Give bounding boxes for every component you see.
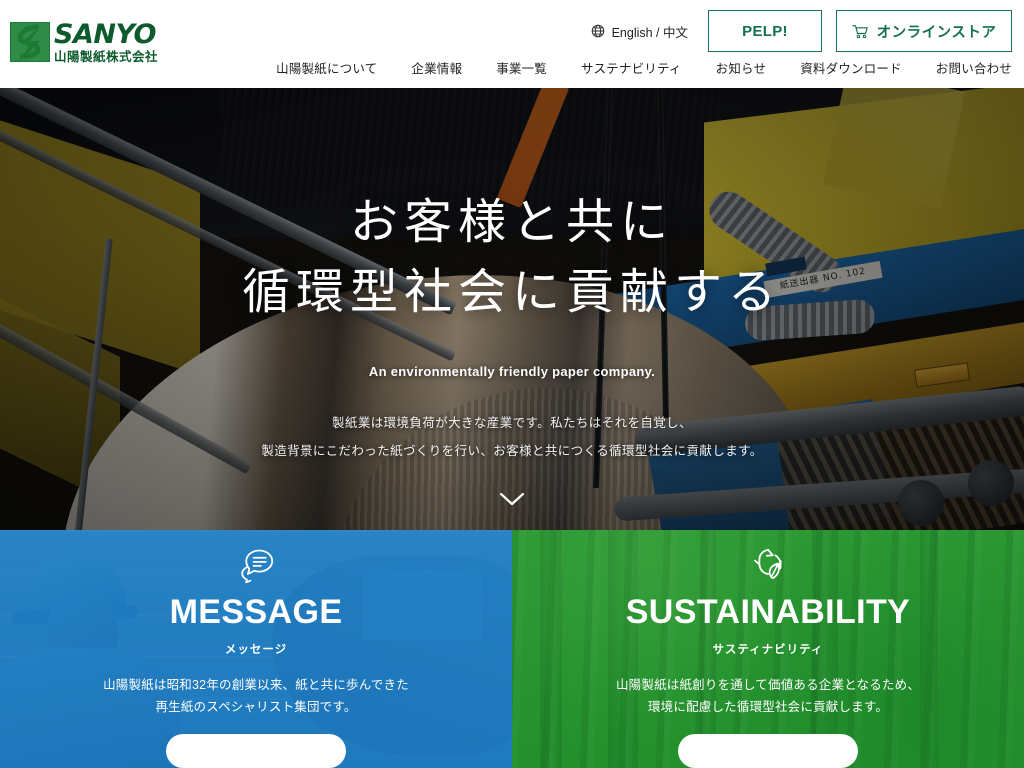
message-desc-line-1: 山陽製紙は昭和32年の創業以来、紙と共に歩んできた xyxy=(103,677,409,692)
hero-lead-line-2: 製造背景にこだわった紙づくりを行い、お客様と共につくる循環型社会に貢献します。 xyxy=(261,444,763,458)
hero-title-line-1: お客様と共に xyxy=(349,196,674,249)
online-store-label: オンラインストア xyxy=(876,24,997,41)
sustainability-desc-line-2: 環境に配慮した循環型社会に貢献します。 xyxy=(647,699,889,714)
feature-panels: MESSAGE メッセージ 山陽製紙は昭和32年の創業以来、紙と共に歩んできた … xyxy=(0,530,1024,768)
chevron-down-icon[interactable] xyxy=(499,492,525,506)
sustainability-more-button[interactable] xyxy=(678,733,858,768)
hero-content: お客様と共に 循環型社会に貢献する An environmentally fri… xyxy=(0,88,1024,530)
hero-lead-line-1: 製紙業は環境負荷が大きな産業です。私たちはそれを自覚し、 xyxy=(332,416,692,430)
nav-item-downloads[interactable]: 資料ダウンロード xyxy=(800,58,902,77)
message-title: MESSAGE xyxy=(169,592,343,631)
sustainability-subtitle: サスティナビリティ xyxy=(712,643,824,656)
nav-item-business-list[interactable]: 事業一覧 xyxy=(496,58,547,77)
pelp-button-label: PELP! xyxy=(742,22,788,40)
sustainability-title: SUSTAINABILITY xyxy=(625,592,911,631)
speech-bubble-icon xyxy=(241,549,274,583)
logo-company-name: 山陽製紙株式会社 xyxy=(54,50,159,64)
panel-message[interactable]: MESSAGE メッセージ 山陽製紙は昭和32年の創業以来、紙と共に歩んできた … xyxy=(0,530,512,768)
hero-title: お客様と共に 循環型社会に貢献する xyxy=(242,188,782,328)
shopping-cart-icon xyxy=(852,24,868,38)
nav-item-contact[interactable]: お問い合わせ xyxy=(936,58,1012,77)
sustainability-desc-line-1: 山陽製紙は紙創りを通して価値ある企業となるため、 xyxy=(615,677,921,692)
nav-item-sustainability[interactable]: サステナビリティ xyxy=(581,58,682,77)
header-utility-bar: English / 中文 PELP! オンラインストア xyxy=(591,10,1012,52)
online-store-button[interactable]: オンラインストア xyxy=(836,10,1012,52)
site-logo[interactable]: SANYO 山陽製紙株式会社 xyxy=(10,19,159,64)
panel-sustainability[interactable]: SUSTAINABILITY サスティナビリティ 山陽製紙は紙創りを通して価値あ… xyxy=(512,530,1024,768)
nav-item-news[interactable]: お知らせ xyxy=(716,58,767,77)
message-more-button[interactable] xyxy=(166,733,346,768)
site-header: SANYO 山陽製紙株式会社 English / 中文 PELP! オンラインス… xyxy=(0,0,1024,88)
logo-brand-text: SANYO xyxy=(54,19,156,50)
language-label: English / 中文 xyxy=(611,25,688,40)
main-navigation: 山陽製紙について 企業情報 事業一覧 サステナビリティ お知らせ 資料ダウンロー… xyxy=(276,58,1012,77)
globe-icon xyxy=(591,24,604,38)
sustainability-description: 山陽製紙は紙創りを通して価値ある企業となるため、 環境に配慮した循環型社会に貢献… xyxy=(616,674,920,718)
hero-title-line-2: 循環型社会に貢献する xyxy=(241,266,782,319)
nav-item-about[interactable]: 山陽製紙について xyxy=(276,58,377,77)
hero-english-tagline: An environmentally friendly paper compan… xyxy=(368,364,656,379)
nav-item-corporate-info[interactable]: 企業情報 xyxy=(411,58,462,77)
sanyo-lightning-s-logo xyxy=(10,22,50,63)
pelp-button[interactable]: PELP! xyxy=(708,10,822,52)
hero-section: 紙送出器 NO. 102 お客様と共に 循環型社会に貢献する An enviro… xyxy=(0,88,1024,530)
recycle-leaf-icon xyxy=(754,548,782,579)
language-switcher[interactable]: English / 中文 xyxy=(591,22,688,41)
message-subtitle: メッセージ xyxy=(224,643,288,656)
message-description: 山陽製紙は昭和32年の創業以来、紙と共に歩んできた 再生紙のスペシャリスト集団で… xyxy=(103,674,409,718)
message-desc-line-2: 再生紙のスペシャリスト集団です。 xyxy=(155,699,357,714)
hero-lead-text: 製紙業は環境負荷が大きな産業です。私たちはそれを自覚し、 製造背景にこだわった紙… xyxy=(261,409,762,465)
